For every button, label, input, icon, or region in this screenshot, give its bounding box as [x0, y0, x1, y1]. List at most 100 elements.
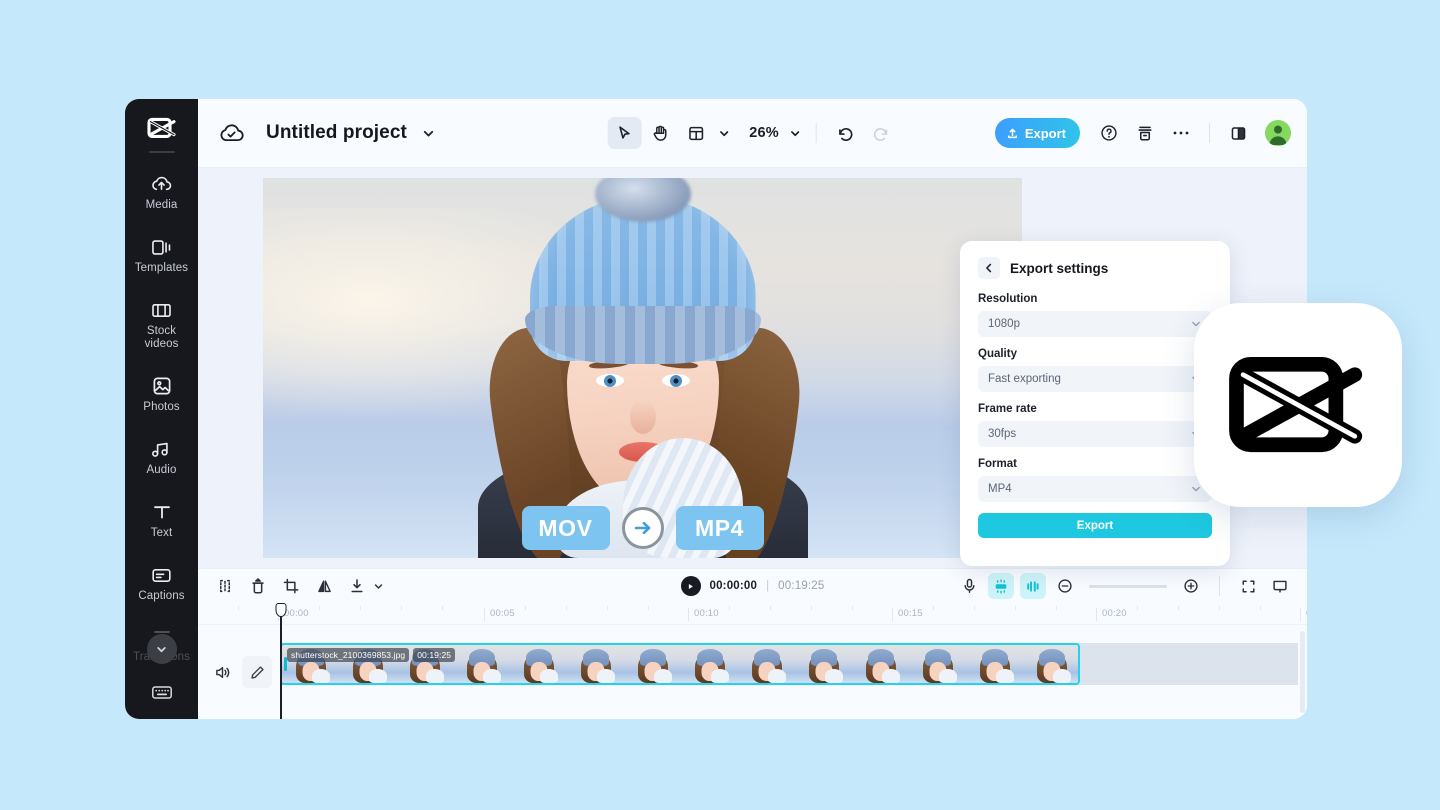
sidebar-item-label: Templates [135, 262, 188, 275]
track-lane[interactable]: shutterstock_2100369853.jpg 00:19:25 [280, 625, 1307, 719]
target-format-badge: MP4 [676, 506, 764, 550]
timeline-toolbar: 00:00:00 | 00:19:25 [198, 569, 1307, 603]
format-conversion-overlay: MOV MP4 [522, 506, 764, 550]
more-options-button[interactable] [1164, 117, 1198, 149]
trash-icon[interactable] [245, 573, 271, 599]
chevron-down-icon[interactable] [421, 126, 436, 141]
chevron-left-icon[interactable] [978, 257, 1000, 279]
clip-badges: shutterstock_2100369853.jpg 00:19:25 [287, 648, 455, 662]
right-tool-group: Export [995, 117, 1291, 149]
sidebar-item-label: Text [151, 527, 173, 540]
panel-header: Export settings [978, 257, 1212, 279]
capcut-logo-icon [1227, 343, 1369, 467]
select-tool-button[interactable] [607, 117, 641, 149]
panel-title: Export settings [1010, 261, 1108, 276]
source-format-badge: MOV [522, 506, 610, 550]
arrow-right-icon [622, 507, 664, 549]
redo-button[interactable] [864, 117, 898, 149]
center-tool-group: 26% [607, 117, 898, 149]
format-select[interactable]: MP4 [978, 476, 1212, 502]
sidebar-item-templates[interactable]: Templates [130, 230, 194, 279]
magic-cut-icon[interactable] [988, 573, 1014, 599]
split-panel-button[interactable] [1221, 117, 1255, 149]
timeline-ruler[interactable]: 00:00 00:05 00:10 00:15 00:20 00:2 [198, 603, 1307, 625]
zoom-chevron-button[interactable] [785, 117, 805, 149]
layout-tool-button[interactable] [679, 117, 713, 149]
download-chevron-icon[interactable] [371, 573, 385, 599]
cloud-upload-icon [151, 173, 173, 195]
export-button-label: Export [1025, 126, 1066, 141]
play-icon[interactable] [680, 576, 700, 596]
sidebar-item-audio[interactable]: Audio [130, 432, 194, 481]
toolbar-divider [816, 123, 817, 143]
sidebar-collapse-button[interactable] [147, 634, 177, 664]
download-icon[interactable] [344, 573, 370, 599]
resolution-value: 1080p [988, 318, 1020, 330]
sidebar-item-captions[interactable]: Captions [130, 558, 194, 607]
captions-icon [151, 564, 173, 586]
format-value: MP4 [988, 483, 1012, 495]
upload-icon [1006, 127, 1019, 140]
resolution-label: Resolution [978, 293, 1212, 305]
frame-rate-select[interactable]: 30fps [978, 421, 1212, 447]
templates-icon [151, 236, 173, 258]
minus-circle-icon[interactable] [1052, 573, 1078, 599]
microphone-icon[interactable] [956, 573, 982, 599]
edit-clip-button[interactable] [242, 656, 272, 688]
playhead-handle[interactable] [275, 603, 286, 617]
sidebar-item-label: Audio [147, 464, 177, 477]
panel-export-button[interactable]: Export [978, 513, 1212, 538]
video-preview-canvas[interactable]: MOV MP4 [263, 178, 1022, 558]
format-label: Format [978, 458, 1212, 470]
sidebar-item-media[interactable]: Media [130, 167, 194, 216]
split-icon[interactable] [212, 573, 238, 599]
sidebar-item-text[interactable]: Text [130, 495, 194, 544]
plus-circle-icon[interactable] [1178, 573, 1204, 599]
left-sidebar: Media Templates Stock videos [125, 99, 198, 719]
resolution-select[interactable]: 1080p [978, 311, 1212, 337]
layout-chevron-button[interactable] [715, 117, 733, 149]
sidebar-item-photos[interactable]: Photos [130, 369, 194, 418]
undo-button[interactable] [828, 117, 862, 149]
monitor-icon[interactable] [1267, 573, 1293, 599]
track-controls [198, 625, 280, 719]
timeline-zoom-slider[interactable] [1089, 585, 1167, 588]
playhead[interactable] [280, 603, 282, 719]
sidebar-divider [149, 151, 175, 153]
timeline-scrollbar[interactable] [1300, 631, 1305, 713]
timeline: 00:00:00 | 00:19:25 [198, 568, 1307, 719]
clip-duration-badge: 00:19:25 [413, 648, 455, 662]
film-strip-icon [151, 299, 173, 321]
quality-select[interactable]: Fast exporting [978, 366, 1212, 392]
hand-tool-button[interactable] [643, 117, 677, 149]
keyboard-icon[interactable] [150, 681, 174, 703]
audio-wave-icon[interactable] [1020, 573, 1046, 599]
preview-photo [263, 178, 1022, 558]
capcut-logo-icon[interactable] [141, 108, 183, 148]
fit-screen-icon[interactable] [1235, 573, 1261, 599]
ruler-tick: 00:20 [1096, 608, 1127, 621]
ruler-tick: 00:05 [484, 608, 515, 621]
capcut-logo-badge [1194, 303, 1402, 507]
quality-value: Fast exporting [988, 373, 1061, 385]
timeline-divider [1219, 576, 1220, 596]
sidebar-item-stock-videos[interactable]: Stock videos [130, 293, 194, 355]
avatar[interactable] [1265, 120, 1291, 146]
timeline-clip[interactable]: shutterstock_2100369853.jpg 00:19:25 [280, 643, 1080, 685]
crop-icon[interactable] [278, 573, 304, 599]
total-time: 00:19:25 [778, 580, 824, 592]
archive-button[interactable] [1128, 117, 1162, 149]
export-settings-panel: Export settings Resolution 1080p Quality… [960, 241, 1230, 566]
sidebar-item-label: Photos [143, 401, 179, 414]
ruler-tick: 00:10 [688, 608, 719, 621]
zoom-level-value: 26% [749, 125, 779, 141]
mirror-flip-icon[interactable] [311, 573, 337, 599]
time-separator: | [766, 580, 769, 592]
timeline-right-tools [956, 573, 1293, 599]
sidebar-item-label: Captions [138, 590, 184, 603]
help-button[interactable] [1092, 117, 1126, 149]
export-button[interactable]: Export [995, 118, 1080, 148]
frame-rate-label: Frame rate [978, 403, 1212, 415]
speaker-icon[interactable] [211, 661, 233, 683]
cloud-saved-icon[interactable] [216, 118, 246, 148]
